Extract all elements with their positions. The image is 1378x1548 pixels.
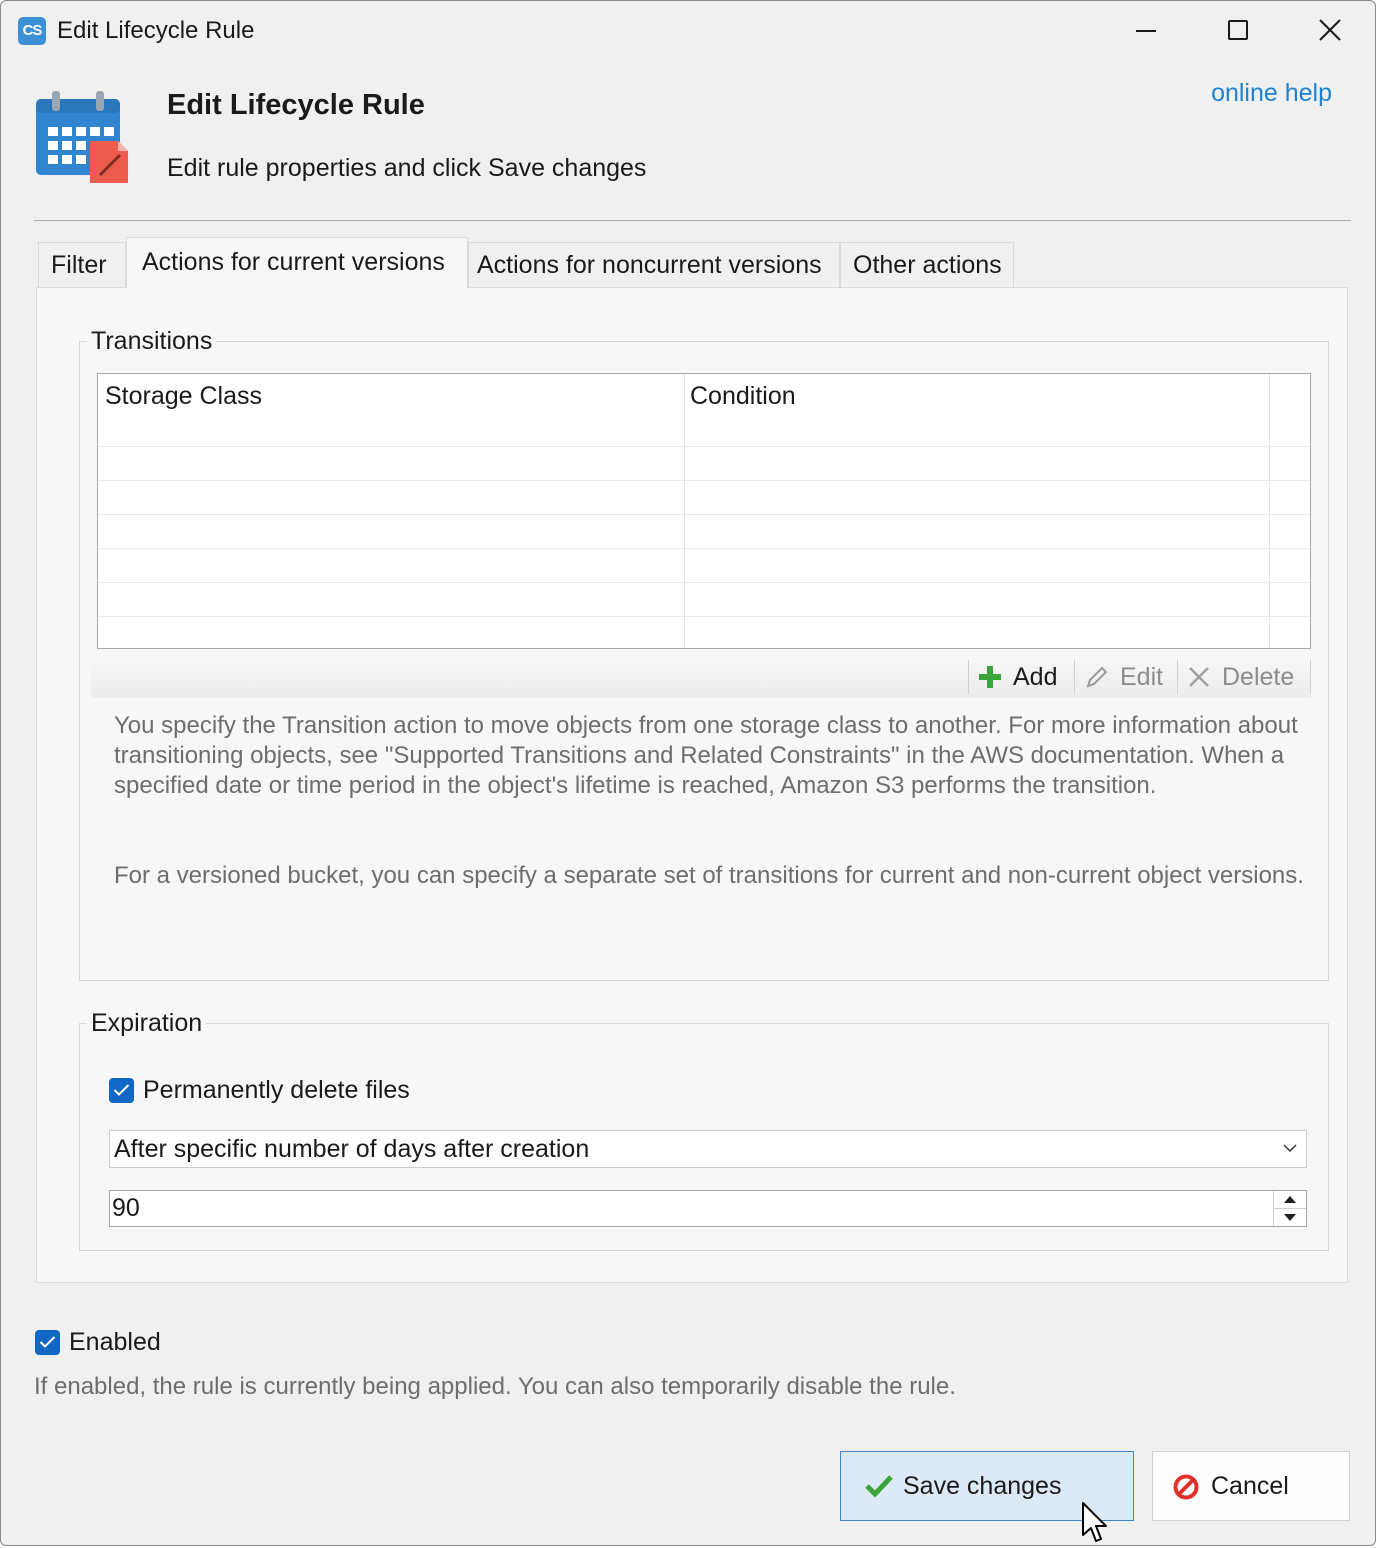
edit-button-label: Edit bbox=[1120, 663, 1164, 691]
edit-lifecycle-rule-dialog: CS Edit Lifecycle Rule Edit Lifecycle Ru… bbox=[0, 0, 1376, 1546]
toolbar-separator bbox=[1177, 660, 1178, 694]
stepper-buttons bbox=[1273, 1191, 1306, 1226]
tab-actions-current-versions[interactable]: Actions for current versions bbox=[126, 237, 468, 288]
pencil-icon bbox=[1086, 666, 1108, 688]
close-icon bbox=[1319, 19, 1341, 41]
column-header-storage-class[interactable]: Storage Class bbox=[105, 382, 262, 411]
maximize-button[interactable] bbox=[1191, 1, 1283, 59]
tab-other-actions[interactable]: Other actions bbox=[840, 242, 1014, 287]
toolbar-separator bbox=[968, 660, 969, 694]
enabled-label[interactable]: Enabled bbox=[69, 1328, 161, 1357]
tab-filter[interactable]: Filter bbox=[38, 242, 126, 287]
permanently-delete-label[interactable]: Permanently delete files bbox=[143, 1076, 410, 1105]
cancel-icon bbox=[1173, 1474, 1199, 1500]
mouse-cursor-icon bbox=[1082, 1502, 1107, 1542]
column-divider bbox=[1269, 374, 1270, 648]
delete-button[interactable]: Delete bbox=[1187, 656, 1307, 698]
calendar-icon bbox=[36, 91, 128, 183]
window-title: Edit Lifecycle Rule bbox=[57, 17, 255, 44]
tab-actions-noncurrent-versions[interactable]: Actions for noncurrent versions bbox=[468, 242, 840, 287]
enabled-description: If enabled, the rule is currently being … bbox=[34, 1373, 956, 1400]
edit-button[interactable]: Edit bbox=[1085, 656, 1171, 698]
add-button-label: Add bbox=[1013, 663, 1058, 691]
page-subtitle: Edit rule properties and click Save chan… bbox=[167, 154, 647, 182]
table-row[interactable] bbox=[98, 480, 1310, 481]
online-help-link[interactable]: online help bbox=[1211, 79, 1332, 108]
transitions-group-label: Transitions bbox=[87, 327, 217, 356]
stepper-up-button[interactable] bbox=[1274, 1191, 1306, 1209]
expiration-days-stepper[interactable]: 90 bbox=[109, 1190, 1307, 1227]
toolbar-separator bbox=[1310, 660, 1311, 694]
checkmark-icon bbox=[865, 1475, 893, 1498]
table-row[interactable] bbox=[98, 514, 1310, 515]
expiration-group-label: Expiration bbox=[87, 1009, 207, 1038]
table-row[interactable] bbox=[98, 582, 1310, 583]
close-button[interactable] bbox=[1283, 1, 1375, 59]
save-changes-label: Save changes bbox=[903, 1472, 1062, 1500]
transitions-versioned-description: For a versioned bucket, you can specify … bbox=[114, 862, 1304, 889]
header-divider bbox=[34, 220, 1351, 221]
cancel-button-label: Cancel bbox=[1211, 1472, 1289, 1500]
chevron-down-icon bbox=[1283, 1144, 1297, 1153]
expiration-mode-dropdown[interactable]: After specific number of days after crea… bbox=[109, 1130, 1307, 1168]
stepper-down-button[interactable] bbox=[1274, 1209, 1306, 1226]
app-icon: CS bbox=[18, 17, 46, 45]
column-header-condition[interactable]: Condition bbox=[690, 382, 796, 411]
table-row[interactable] bbox=[98, 616, 1310, 617]
toolbar-separator bbox=[1074, 660, 1075, 694]
expiration-mode-value: After specific number of days after crea… bbox=[114, 1135, 590, 1163]
expiration-days-value[interactable]: 90 bbox=[112, 1194, 140, 1222]
minimize-button[interactable] bbox=[1099, 1, 1191, 59]
checkmark-icon bbox=[39, 1336, 56, 1348]
transitions-description: You specify the Transition action to mov… bbox=[114, 712, 1298, 799]
transitions-table[interactable]: Storage Class Condition bbox=[97, 373, 1311, 649]
add-button[interactable]: Add bbox=[978, 656, 1074, 698]
cancel-button[interactable]: Cancel bbox=[1152, 1451, 1350, 1521]
table-row[interactable] bbox=[98, 548, 1310, 549]
checkmark-icon bbox=[113, 1084, 130, 1096]
plus-icon bbox=[979, 666, 1001, 688]
page-title: Edit Lifecycle Rule bbox=[167, 89, 425, 121]
transitions-toolbar: Add Edit Delete bbox=[91, 656, 1311, 698]
permanently-delete-checkbox[interactable] bbox=[109, 1078, 134, 1103]
title-bar[interactable]: CS Edit Lifecycle Rule bbox=[1, 1, 1375, 59]
enabled-checkbox[interactable] bbox=[35, 1330, 60, 1355]
delete-button-label: Delete bbox=[1222, 663, 1295, 691]
column-divider bbox=[684, 374, 685, 648]
table-row[interactable] bbox=[98, 446, 1310, 447]
x-icon bbox=[1189, 667, 1209, 687]
